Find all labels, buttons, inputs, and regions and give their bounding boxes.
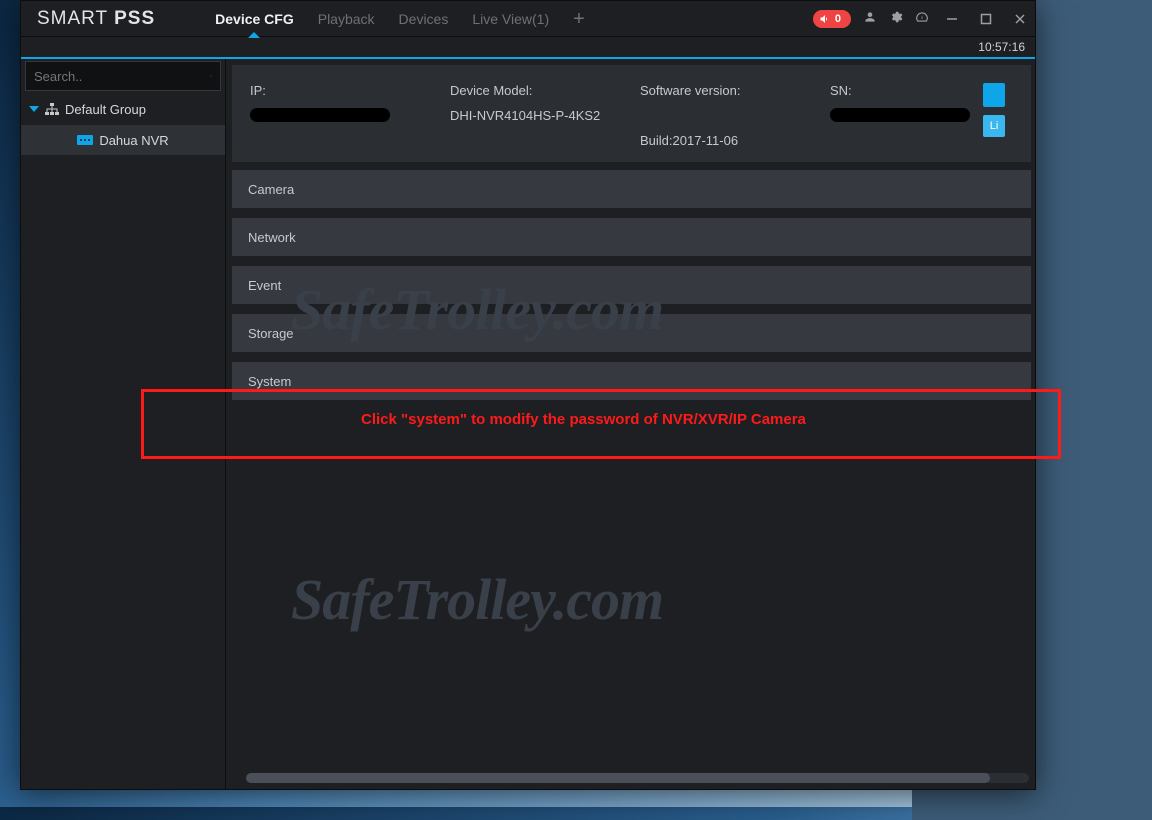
titlebar: SMART PSS Device CFG Playback Devices Li… (21, 1, 1035, 37)
section-camera[interactable]: Camera (232, 170, 1031, 208)
search-input[interactable] (34, 69, 210, 84)
section-system[interactable]: System (232, 362, 1031, 400)
main-panel: IP: Device Model: DHI-NVR4104HS-P-4KS2 S… (226, 59, 1035, 789)
nvr-icon (77, 134, 93, 146)
app-window: SMART PSS Device CFG Playback Devices Li… (20, 0, 1036, 790)
info-action-button-1[interactable] (983, 83, 1005, 107)
title-controls: 0 (813, 8, 1031, 30)
alert-indicator[interactable]: 0 (813, 10, 851, 28)
info-sn-label: SN: (830, 83, 983, 98)
horizontal-scrollbar[interactable] (246, 773, 1029, 783)
body-area: Default Group Dahua NVR IP: Device Model… (21, 59, 1035, 789)
scrollbar-thumb[interactable] (246, 773, 990, 783)
sidebar-device-label: Dahua NVR (99, 133, 168, 148)
sidebar-device-dahua-nvr[interactable]: Dahua NVR (21, 125, 225, 155)
device-info-panel: IP: Device Model: DHI-NVR4104HS-P-4KS2 S… (232, 65, 1031, 162)
window-minimize-button[interactable] (941, 8, 963, 30)
volume-icon (819, 13, 831, 25)
info-model-label: Device Model: (450, 83, 640, 98)
main-tabs: Device CFG Playback Devices Live View(1)… (215, 1, 813, 37)
app-title-bold: PSS (114, 8, 155, 29)
window-maximize-button[interactable] (975, 8, 997, 30)
info-model-value: DHI-NVR4104HS-P-4KS2 (450, 108, 600, 123)
info-action-button-2[interactable]: Li (983, 115, 1005, 137)
tab-device-cfg[interactable]: Device CFG (215, 1, 294, 37)
sidebar-group-label: Default Group (65, 102, 146, 117)
config-section-list: Camera Network Event Storage System (232, 170, 1031, 400)
sidebar: Default Group Dahua NVR (21, 59, 226, 789)
user-icon[interactable] (863, 10, 877, 27)
chevron-down-icon (29, 104, 39, 114)
search-icon (210, 68, 212, 84)
sidebar-group-default[interactable]: Default Group (21, 95, 225, 123)
clock-bar: 10:57:16 (21, 37, 1035, 59)
section-storage[interactable]: Storage (232, 314, 1031, 352)
app-logo: SMART PSS (37, 8, 155, 30)
section-event[interactable]: Event (232, 266, 1031, 304)
section-network[interactable]: Network (232, 218, 1031, 256)
sitemap-icon (45, 103, 59, 115)
gear-icon[interactable] (889, 10, 903, 27)
alert-count: 0 (835, 13, 841, 25)
tab-live-view[interactable]: Live View(1) (472, 1, 549, 37)
info-build-value: Build:2017-11-06 (640, 133, 830, 148)
clock-text: 10:57:16 (978, 40, 1025, 54)
info-ip-value (250, 108, 390, 122)
info-ip-label: IP: (250, 83, 450, 98)
gauge-icon[interactable] (915, 10, 929, 27)
tab-add-button[interactable]: + (573, 1, 585, 37)
tab-playback[interactable]: Playback (318, 1, 375, 37)
info-software-label: Software version: (640, 83, 830, 98)
app-title-thin: SMART (37, 8, 108, 29)
search-box[interactable] (25, 61, 221, 91)
tab-devices[interactable]: Devices (399, 1, 449, 37)
info-sn-value (830, 108, 970, 122)
window-close-button[interactable] (1009, 8, 1031, 30)
